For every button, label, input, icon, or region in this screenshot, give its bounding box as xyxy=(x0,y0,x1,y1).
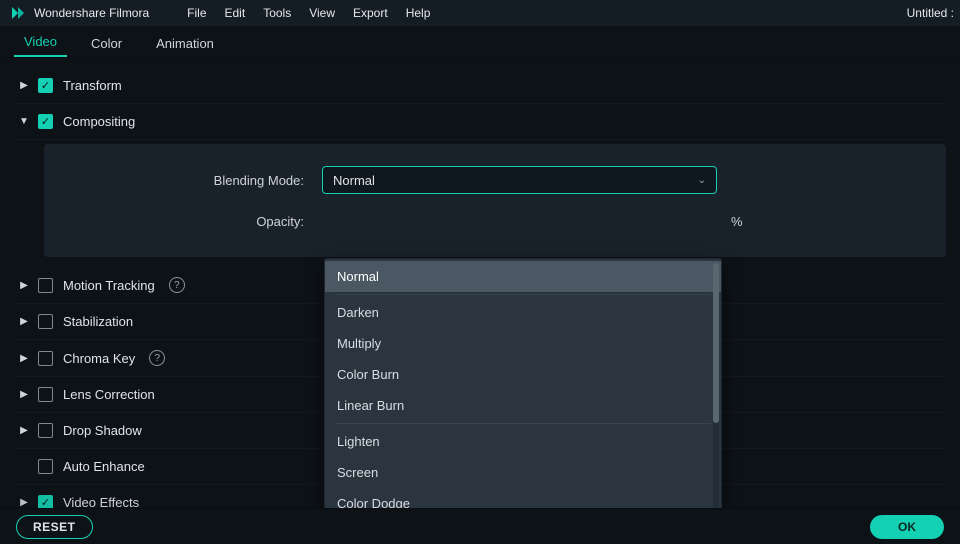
blend-option-linear-burn[interactable]: Linear Burn xyxy=(325,390,721,421)
footer: RESET OK xyxy=(0,508,960,544)
reset-button[interactable]: RESET xyxy=(16,515,93,539)
checkbox-chroma-key[interactable] xyxy=(38,351,53,366)
app-logo-icon xyxy=(10,5,26,21)
help-icon[interactable]: ? xyxy=(169,277,185,293)
disclosure-icon[interactable]: ▶ xyxy=(18,497,30,508)
blend-option-color-burn[interactable]: Color Burn xyxy=(325,359,721,390)
properties-panel[interactable]: ▶ ✓ Transform ▼ ✓ Compositing Blending M… xyxy=(0,58,960,508)
document-title: Untitled : xyxy=(907,6,954,20)
section-compositing[interactable]: ▼ ✓ Compositing xyxy=(14,104,946,140)
dropdown-separator xyxy=(335,294,711,295)
dropdown-separator xyxy=(335,423,711,424)
ok-button[interactable]: OK xyxy=(870,515,944,539)
checkbox-stabilization[interactable] xyxy=(38,314,53,329)
tab-video[interactable]: Video xyxy=(14,26,67,57)
blend-mode-label: Blending Mode: xyxy=(72,173,322,188)
disclosure-icon[interactable]: ▶ xyxy=(18,280,30,291)
tab-color[interactable]: Color xyxy=(81,28,132,57)
section-label: Drop Shadow xyxy=(63,423,142,438)
opacity-unit: % xyxy=(731,214,743,229)
disclosure-icon[interactable]: ▶ xyxy=(18,425,30,436)
disclosure-icon[interactable]: ▶ xyxy=(18,80,30,91)
disclosure-icon[interactable]: ▶ xyxy=(18,316,30,327)
blend-option-lighten[interactable]: Lighten xyxy=(325,426,721,457)
checkbox-drop-shadow[interactable] xyxy=(38,423,53,438)
section-label: Video Effects xyxy=(63,495,139,508)
menu-tools[interactable]: Tools xyxy=(263,6,291,20)
tab-animation[interactable]: Animation xyxy=(146,28,224,57)
dropdown-scrollbar-thumb[interactable] xyxy=(713,263,719,423)
inspector-tabs: Video Color Animation xyxy=(0,26,960,58)
section-transform[interactable]: ▶ ✓ Transform xyxy=(14,68,946,104)
blend-option-screen[interactable]: Screen xyxy=(325,457,721,488)
section-label: Stabilization xyxy=(63,314,133,329)
menubar: Wondershare Filmora File Edit Tools View… xyxy=(0,0,960,26)
blend-option-multiply[interactable]: Multiply xyxy=(325,328,721,359)
help-icon[interactable]: ? xyxy=(149,350,165,366)
menu-edit[interactable]: Edit xyxy=(225,6,246,20)
blend-option-color-dodge[interactable]: Color Dodge xyxy=(325,488,721,508)
blend-mode-dropdown[interactable]: Normal Darken Multiply Color Burn Linear… xyxy=(324,258,722,508)
opacity-label: Opacity: xyxy=(72,214,322,229)
menu-view[interactable]: View xyxy=(309,6,335,20)
disclosure-icon[interactable]: ▶ xyxy=(18,389,30,400)
blend-option-darken[interactable]: Darken xyxy=(325,297,721,328)
disclosure-icon[interactable]: ▼ xyxy=(18,116,30,127)
menu-help[interactable]: Help xyxy=(406,6,431,20)
checkbox-lens-correction[interactable] xyxy=(38,387,53,402)
blend-option-normal[interactable]: Normal xyxy=(325,261,721,292)
checkbox-auto-enhance[interactable] xyxy=(38,459,53,474)
compositing-card: Blending Mode: Normal ⌄ Opacity: % xyxy=(44,144,946,257)
blend-mode-value: Normal xyxy=(333,173,375,188)
section-label: Motion Tracking xyxy=(63,278,155,293)
checkbox-motion-tracking[interactable] xyxy=(38,278,53,293)
section-label: Auto Enhance xyxy=(63,459,145,474)
checkbox-transform[interactable]: ✓ xyxy=(38,78,53,93)
section-label: Compositing xyxy=(63,114,135,129)
chevron-down-icon: ⌄ xyxy=(698,175,706,186)
disclosure-icon[interactable]: ▶ xyxy=(18,353,30,364)
checkbox-compositing[interactable]: ✓ xyxy=(38,114,53,129)
app-name: Wondershare Filmora xyxy=(34,6,149,20)
menu-items: File Edit Tools View Export Help xyxy=(187,6,430,20)
section-label: Lens Correction xyxy=(63,387,155,402)
menu-file[interactable]: File xyxy=(187,6,206,20)
menu-export[interactable]: Export xyxy=(353,6,388,20)
section-label: Chroma Key xyxy=(63,351,135,366)
checkbox-video-effects[interactable]: ✓ xyxy=(38,495,53,508)
section-label: Transform xyxy=(63,78,122,93)
blend-mode-select[interactable]: Normal ⌄ xyxy=(322,166,717,194)
